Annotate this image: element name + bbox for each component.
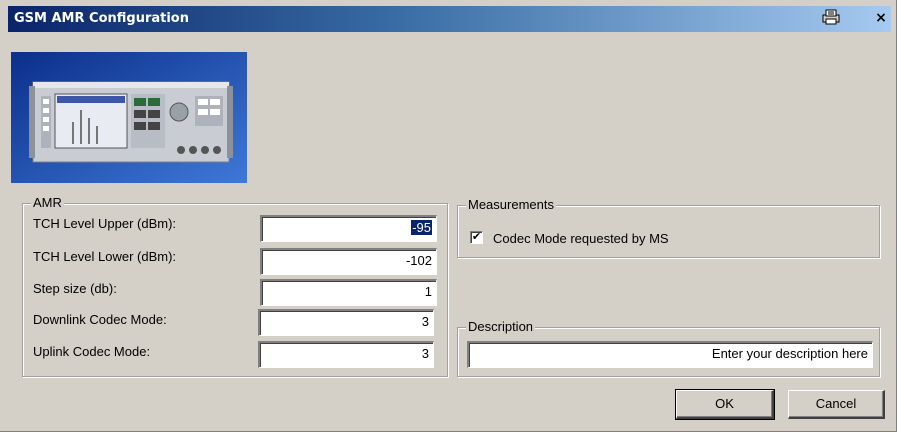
description-input[interactable]: Enter your description here [467,341,873,368]
uplink-codec-mode-input[interactable]: 3 [258,341,434,368]
description-group-legend: Description [466,319,536,335]
uplink-codec-mode-label: Uplink Codec Mode: [33,344,151,359]
tch-level-upper-input[interactable]: -95 [260,215,437,242]
ok-button[interactable]: OK [675,389,775,420]
amr-group-legend: AMR [31,195,64,211]
step-size-label: Step size (db): [33,281,117,296]
close-icon[interactable]: × [870,9,892,28]
title-bar[interactable]: GSM AMR Configuration × [8,6,891,32]
window-title: GSM AMR Configuration [14,11,189,26]
gsm-amr-dialog: GSM AMR Configuration × AMR TCH Level Up… [0,0,897,432]
tch-level-lower-label: TCH Level Lower (dBm): [33,249,177,264]
codec-mode-checkbox[interactable]: ✔ [470,231,483,244]
printer-icon[interactable] [820,9,842,28]
downlink-codec-mode-input[interactable]: 3 [258,309,434,336]
tch-level-upper-value: -95 [411,220,432,235]
tch-level-upper-label: TCH Level Upper (dBm): [33,216,177,231]
downlink-codec-mode-label: Downlink Codec Mode: [33,312,167,327]
step-size-input[interactable]: 1 [260,279,437,306]
instrument-photo [11,52,247,183]
cancel-button[interactable]: Cancel [788,390,885,419]
tch-level-lower-input[interactable]: -102 [260,248,437,275]
measurements-group-legend: Measurements [466,197,556,213]
codec-mode-label[interactable]: Codec Mode requested by MS [493,231,669,247]
